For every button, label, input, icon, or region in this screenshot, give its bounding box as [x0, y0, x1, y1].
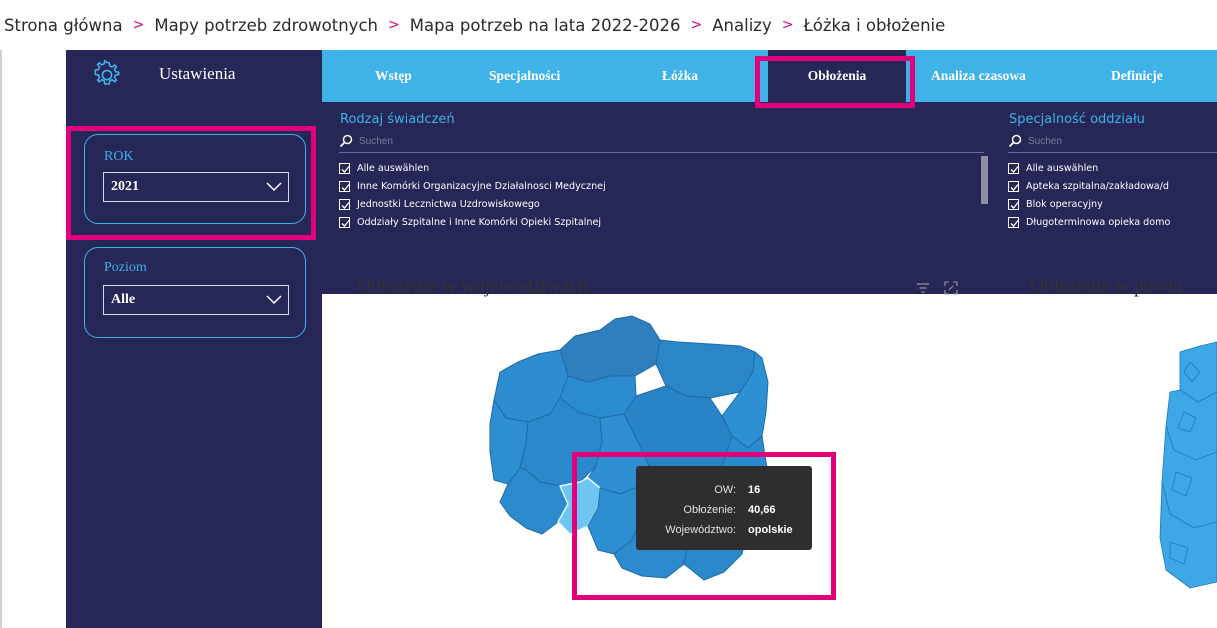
- choropleth-map-powiaty[interactable]: [1140, 332, 1217, 628]
- highlight-frame-rok: [66, 126, 316, 240]
- settings-button[interactable]: Ustawienia: [66, 50, 322, 102]
- visual-title-powiaty: Obłożenie w powia: [1030, 276, 1182, 297]
- tab-analiza-czasowa[interactable]: Analiza czasowa: [931, 50, 1026, 102]
- slicer-option[interactable]: Długoterminowa opieka domo: [1008, 213, 1170, 231]
- checkbox-checked-icon: [339, 198, 350, 210]
- breadcrumb-home[interactable]: Strona główna: [4, 16, 123, 35]
- tab-definicje[interactable]: Definicje: [1111, 50, 1163, 102]
- breadcrumb: Strona główna > Mapy potrzeb zdrowotnych…: [0, 0, 1217, 50]
- slicer-panel: Rodzaj świadczeń Suchen Alle auswählen I…: [322, 102, 1217, 294]
- slicer-specjalnosc-oddzialu: Specjalność oddziału Suchen Alle auswähl…: [1008, 102, 1217, 294]
- checkbox-checked-icon: [339, 216, 350, 228]
- breadcrumb-separator: >: [387, 17, 400, 33]
- slicer-option-label: Alle auswählen: [1026, 162, 1099, 174]
- checkbox-checked-icon: [339, 180, 350, 192]
- slicer-rodzaj-swiadczen: Rodzaj świadczeń Suchen Alle auswählen I…: [339, 102, 989, 294]
- checkbox-checked-icon: [1008, 162, 1019, 174]
- filter-icon[interactable]: [916, 281, 930, 295]
- breadcrumb-maps[interactable]: Mapy potrzeb zdrowotnych: [154, 16, 378, 35]
- breadcrumb-separator: >: [132, 17, 145, 33]
- slicer-option[interactable]: Apteka szpitalna/zakładowa/d: [1008, 177, 1169, 195]
- slicer-search-placeholder: Suchen: [359, 135, 393, 147]
- gear-icon: [94, 60, 120, 85]
- breadcrumb-current: Łóżka i obłożenie: [803, 15, 946, 35]
- filter-card-poziom: Poziom Alle: [84, 247, 306, 338]
- slicer-option-label: Alle auswählen: [357, 162, 430, 174]
- checkbox-checked-icon: [339, 162, 350, 174]
- poziom-dropdown[interactable]: Alle: [103, 285, 289, 315]
- focus-mode-icon[interactable]: [944, 281, 958, 295]
- chevron-down-icon: [266, 295, 282, 305]
- slicer-option[interactable]: Alle auswählen: [1008, 159, 1098, 177]
- page-divider: [0, 50, 2, 628]
- breadcrumb-separator: >: [781, 17, 794, 33]
- tab-wstep[interactable]: Wstęp: [375, 50, 412, 102]
- sidebar: Ustawienia ROK 2021 Poziom Alle: [66, 50, 322, 628]
- slicer-option[interactable]: Alle auswählen: [339, 159, 429, 177]
- breadcrumb-separator: >: [690, 17, 703, 33]
- checkbox-checked-icon: [1008, 216, 1019, 228]
- slicer-option-label: Jednostki Lecznictwa Uzdrowiskowego: [357, 198, 540, 210]
- search-icon: [339, 134, 353, 148]
- slicer-option[interactable]: Oddziały Szpitalne i Inne Komórki Opieki…: [339, 213, 601, 231]
- checkbox-checked-icon: [1008, 180, 1019, 192]
- highlight-frame-map: [572, 452, 836, 600]
- map-region: [559, 315, 661, 383]
- filter-title-poziom: Poziom: [104, 260, 147, 275]
- slicer-option-label: Długoterminowa opieka domo: [1026, 216, 1171, 228]
- slicer-option-label: Inne Komórki Organizacyjne Działalnosci …: [357, 180, 606, 192]
- breadcrumb-analyses[interactable]: Analizy: [712, 16, 771, 35]
- slicer-search-input[interactable]: Suchen: [339, 132, 393, 150]
- slicer-option-label: Blok operacyjny: [1026, 198, 1103, 210]
- slicer-search-placeholder: Suchen: [1028, 135, 1062, 147]
- slicer-title: Specjalność oddziału: [1009, 112, 1145, 127]
- slicer-option[interactable]: Jednostki Lecznictwa Uzdrowiskowego: [339, 195, 540, 213]
- tab-specjalnosci[interactable]: Specjalności: [489, 50, 560, 102]
- breadcrumb-map-2022-2026[interactable]: Mapa potrzeb na lata 2022-2026: [410, 16, 681, 35]
- slicer-option-label: Apteka szpitalna/zakładowa/d: [1026, 180, 1170, 192]
- poziom-dropdown-value: Alle: [111, 292, 136, 307]
- checkbox-checked-icon: [1008, 198, 1019, 210]
- slicer-option[interactable]: Blok operacyjny: [1008, 195, 1103, 213]
- slicer-title: Rodzaj świadczeń: [340, 112, 455, 127]
- slicer-divider: [339, 152, 984, 153]
- tab-lozka[interactable]: Łóżka: [662, 50, 698, 102]
- slicer-option-label: Oddziały Szpitalne i Inne Komórki Opieki…: [357, 216, 602, 228]
- slicer-option[interactable]: Inne Komórki Organizacyjne Działalnosci …: [339, 177, 606, 195]
- slicer-scrollbar[interactable]: [981, 156, 988, 204]
- slicer-search-input[interactable]: Suchen: [1008, 132, 1062, 150]
- settings-label: Ustawienia: [159, 64, 236, 83]
- highlight-frame-tab: [755, 56, 915, 108]
- search-icon: [1008, 134, 1022, 148]
- slicer-divider: [1008, 152, 1217, 153]
